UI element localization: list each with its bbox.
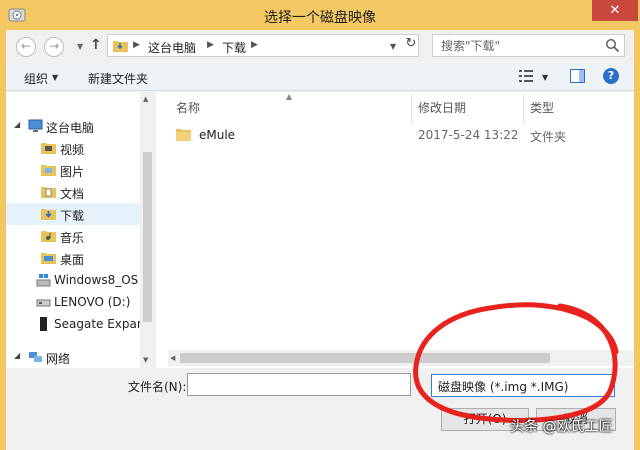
- scroll-down-icon[interactable]: ▼: [143, 356, 148, 364]
- nav-label: Seagate Expans: [54, 317, 151, 331]
- chevron-down-icon[interactable]: ▼: [52, 73, 58, 82]
- column-divider[interactable]: [523, 94, 524, 124]
- horizontal-scroll-thumb[interactable]: [180, 353, 550, 363]
- dialog-body: ← → ▼ ↑ ▶ 这台电脑 ▶ 下载 ▶ ▼ ↻ 组织 ▼ 新建文件夹: [6, 30, 634, 450]
- close-button[interactable]: ✕: [592, 0, 638, 21]
- documents-folder-icon: [41, 187, 56, 198]
- forward-button[interactable]: →: [44, 37, 64, 57]
- horizontal-scrollbar[interactable]: ◀: [168, 350, 634, 366]
- scroll-left-icon[interactable]: ◀: [170, 354, 175, 362]
- back-arrow-icon: ←: [20, 39, 32, 53]
- window-title: 选择一个磁盘映像: [264, 10, 376, 26]
- help-icon[interactable]: ?: [603, 68, 619, 84]
- file-type-value: 磁盘映像 (*.img *.IMG): [438, 380, 569, 394]
- nav-item-this-pc[interactable]: ◢ 这台电脑: [6, 115, 140, 137]
- scroll-up-icon[interactable]: ▲: [143, 95, 148, 103]
- nav-item-seagate-drive[interactable]: Seagate Expans: [6, 313, 151, 335]
- expand-icon[interactable]: ◢: [14, 351, 20, 360]
- downloads-folder-icon: [41, 209, 56, 220]
- nav-label: 网络: [46, 352, 71, 366]
- breadcrumb-downloads[interactable]: 下载: [222, 39, 246, 56]
- nav-label: LENOVO (D:): [54, 295, 131, 309]
- address-dropdown-icon[interactable]: ▼: [390, 42, 396, 51]
- nav-label: 下载: [60, 209, 85, 223]
- up-arrow-icon: ↑: [90, 37, 102, 53]
- hard-drive-icon: [36, 299, 51, 307]
- file-date: 2017-5-24 13:22: [418, 128, 519, 142]
- column-header-date[interactable]: 修改日期: [418, 99, 466, 116]
- preview-pane-icon[interactable]: [570, 69, 585, 83]
- expand-icon[interactable]: ◢: [14, 120, 20, 129]
- breadcrumb-this-pc[interactable]: 这台电脑: [148, 39, 196, 56]
- external-drive-icon: [40, 317, 47, 331]
- view-options-icon[interactable]: [519, 70, 533, 82]
- command-bar: 组织 ▼ 新建文件夹 ▼ ?: [6, 63, 634, 91]
- desktop-folder-icon: [41, 253, 56, 264]
- filename-input[interactable]: [187, 373, 411, 396]
- video-folder-icon: [41, 143, 56, 154]
- file-list: ▲ 名称 修改日期 类型 eMule 2017-5-24 13:22 文件夹 ◀: [156, 92, 634, 368]
- nav-item-network[interactable]: ◢ 网络: [6, 346, 140, 368]
- recent-locations-icon[interactable]: ▼: [77, 42, 83, 51]
- nav-scroll-thumb[interactable]: [143, 152, 152, 322]
- breadcrumb-separator-icon: ▶: [251, 40, 258, 50]
- view-dropdown-icon[interactable]: ▼: [542, 73, 548, 82]
- nav-label: 桌面: [60, 253, 85, 267]
- organize-button[interactable]: 组织: [24, 70, 48, 87]
- windows-drive-icon: [36, 274, 51, 287]
- file-type: 文件夹: [530, 130, 567, 144]
- search-icon[interactable]: [605, 38, 620, 53]
- nav-item-videos[interactable]: 视频: [6, 137, 140, 159]
- nav-scrollbar[interactable]: ▲ ▼: [140, 92, 154, 368]
- column-header-type[interactable]: 类型: [530, 99, 554, 116]
- forward-arrow-icon: →: [48, 39, 60, 53]
- sort-ascending-icon: ▲: [286, 92, 293, 101]
- refresh-icon[interactable]: ↻: [404, 36, 418, 55]
- navigation-pane: ◢ 这台电脑 视频 图片 文档 下载 音乐 桌面 Windows8_OS (L…: [6, 92, 154, 368]
- music-folder-icon: [41, 231, 56, 242]
- nav-item-downloads[interactable]: 下载: [6, 203, 140, 225]
- watermark: 头条 @欧氏工匠: [510, 419, 613, 435]
- back-button[interactable]: ←: [16, 37, 36, 57]
- nav-item-windows-drive[interactable]: Windows8_OS (: [6, 269, 147, 291]
- downloads-folder-icon: [113, 41, 128, 52]
- breadcrumb-separator-icon: ▶: [207, 40, 214, 50]
- column-header-name[interactable]: 名称: [176, 99, 200, 116]
- title-bar: 选择一个磁盘映像 ✕: [0, 0, 640, 30]
- nav-item-desktop[interactable]: 桌面: [6, 247, 140, 269]
- nav-label: 图片: [60, 165, 85, 179]
- search-box[interactable]: [432, 34, 625, 57]
- file-name: eMule: [199, 128, 236, 142]
- nav-label: 这台电脑: [46, 121, 95, 135]
- nav-label: 文档: [60, 187, 85, 201]
- nav-item-lenovo-drive[interactable]: LENOVO (D:): [6, 291, 140, 313]
- address-bar[interactable]: ▶ 这台电脑 ▶ 下载 ▶ ▼ ↻: [107, 34, 419, 57]
- up-folder-button[interactable]: ↑: [90, 37, 102, 53]
- filename-label: 文件名(N):: [128, 380, 187, 394]
- folder-icon: [176, 129, 191, 141]
- computer-icon: [28, 119, 43, 132]
- breadcrumb-separator-icon: ▶: [133, 40, 140, 50]
- nav-item-music[interactable]: 音乐: [6, 225, 140, 247]
- column-divider[interactable]: [411, 94, 412, 124]
- pictures-folder-icon: [41, 165, 56, 176]
- nav-item-documents[interactable]: 文档: [6, 181, 140, 203]
- nav-label: 音乐: [60, 231, 85, 245]
- file-row[interactable]: eMule 2017-5-24 13:22 文件夹: [156, 124, 634, 146]
- file-type-select[interactable]: 磁盘映像 (*.img *.IMG): [431, 374, 615, 397]
- network-icon: [29, 352, 42, 362]
- search-input[interactable]: [433, 35, 603, 56]
- nav-label: Windows8_OS (: [54, 273, 147, 287]
- file-selection-area: 文件名(N): 磁盘映像 (*.img *.IMG) 打开(O) 取消: [6, 368, 634, 450]
- new-folder-button[interactable]: 新建文件夹: [88, 70, 148, 87]
- nav-item-pictures[interactable]: 图片: [6, 159, 140, 181]
- nav-label: 视频: [60, 143, 85, 157]
